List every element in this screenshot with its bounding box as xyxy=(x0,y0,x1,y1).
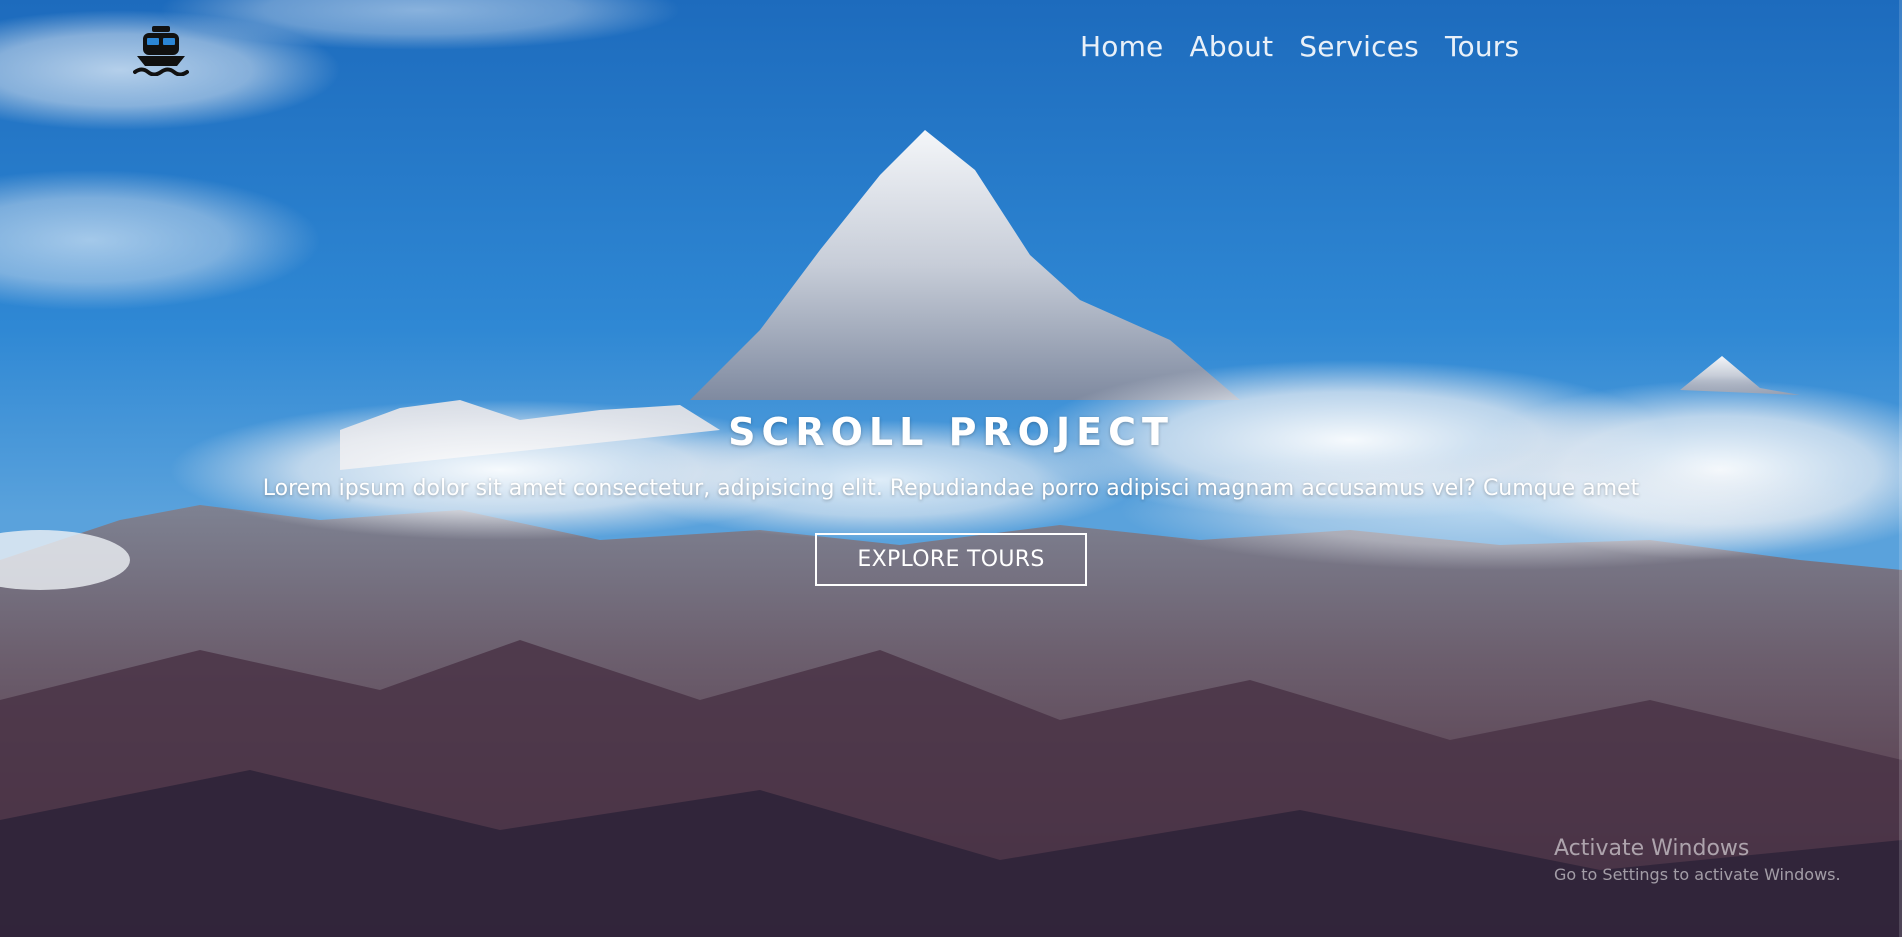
ship-icon[interactable] xyxy=(133,24,189,76)
page: Home About Services Tours SCROLL PROJECT… xyxy=(0,0,1902,937)
hero-description: Lorem ipsum dolor sit amet consectetur, … xyxy=(262,476,1640,501)
hero-title: SCROLL PROJECT xyxy=(728,410,1174,454)
watermark-title: Activate Windows xyxy=(1554,836,1750,861)
nav-link-home[interactable]: Home xyxy=(1080,30,1164,63)
navbar: Home About Services Tours xyxy=(0,0,1902,100)
hero-banner: SCROLL PROJECT Lorem ipsum dolor sit ame… xyxy=(0,410,1902,586)
nav-link-services[interactable]: Services xyxy=(1299,30,1419,63)
nav-link-about[interactable]: About xyxy=(1190,30,1274,63)
nav-links: Home About Services Tours xyxy=(1080,30,1519,63)
windows-activation-watermark: Activate Windows Go to Settings to activ… xyxy=(1554,836,1841,884)
watermark-subtitle: Go to Settings to activate Windows. xyxy=(1554,865,1841,884)
explore-tours-button[interactable]: EXPLORE TOURS xyxy=(815,533,1087,586)
nav-link-tours[interactable]: Tours xyxy=(1445,30,1519,63)
